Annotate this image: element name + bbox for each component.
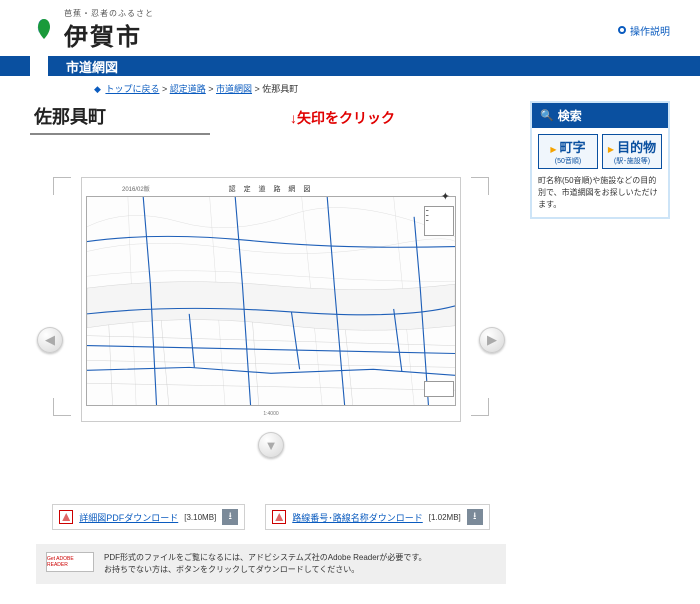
guide-label: 操作説明 (630, 23, 670, 38)
logo-mark-icon (30, 16, 58, 44)
search-icon: 🔍 (540, 109, 554, 122)
compass-icon: ✦ (441, 190, 450, 203)
map-image (86, 196, 456, 406)
download-route-pdf: 路線番号･路線名称ダウンロード [1.02MB] ⭳ (265, 504, 490, 530)
dl-size: [1.02MB] (429, 513, 461, 522)
stab-main: 町字 (560, 140, 586, 155)
nav-right-button[interactable]: ▶ (479, 327, 505, 353)
stab-sub: (駅･施設等) (603, 156, 661, 166)
map-legend: ━━━ (424, 206, 454, 236)
arrow-right-icon: ▶ (487, 332, 497, 348)
search-title: 検索 (558, 107, 582, 124)
reader-line1: PDF形式のファイルをご覧になるには、アドビシステムズ社のAdobe Reade… (104, 552, 427, 564)
pdf-icon (272, 510, 286, 524)
dl-route-link[interactable]: 路線番号･路線名称ダウンロード (292, 511, 423, 524)
map-date: 2016/02版 (122, 184, 150, 193)
search-description: 町名称(50音順)や施設などの目的別で、市道網図をお探しいただけます。 (538, 175, 662, 211)
site-logo[interactable]: 芭蕉・忍者のふるさと 伊賀市 (30, 8, 154, 52)
stab-main: 目的物 (617, 140, 656, 155)
map-frame: 2016/02版 認 定 道 路 網 図 ✦ ━━━ (81, 177, 461, 422)
nav-left-button[interactable]: ◀ (37, 327, 63, 353)
stab-sub: (50音順) (539, 156, 597, 166)
download-button[interactable]: ⭳ (222, 509, 238, 525)
adobe-reader-icon[interactable]: Get ADOBE READER (46, 552, 94, 572)
bullet-icon (618, 26, 626, 34)
triangle-icon: ▶ (550, 145, 556, 154)
search-tab-choaza[interactable]: ▶ 町字 (50音順) (538, 134, 598, 169)
page-title: 佐那具町 (30, 101, 210, 135)
download-detail-pdf: 詳細図PDFダウンロード [3.10MB] ⭳ (52, 504, 245, 530)
corner-mark-icon (53, 177, 71, 195)
search-tab-facility[interactable]: ▶ 目的物 (駅･施設等) (602, 134, 662, 169)
map-scale (424, 381, 454, 397)
arrow-left-icon: ◀ (45, 332, 55, 348)
search-panel: 🔍 検索 ▶ 町字 (50音順) ▶ 目的物 (駅･施設等) (530, 101, 670, 219)
adobe-reader-note: Get ADOBE READER PDF形式のファイルをご覧になるには、アドビシ… (36, 544, 506, 584)
pdf-icon (59, 510, 73, 524)
click-hint: ↓矢印をクリック (290, 108, 395, 128)
bc-certified[interactable]: 認定道路 (170, 84, 206, 94)
map-footer: 1:4000 (86, 409, 456, 419)
bc-top[interactable]: トップに戻る (105, 84, 159, 94)
operation-guide-link[interactable]: 操作説明 (618, 23, 670, 38)
dl-detail-link[interactable]: 詳細図PDFダウンロード (79, 511, 178, 524)
tab-road-network[interactable]: 市道網図 (48, 56, 136, 76)
corner-mark-icon (471, 177, 489, 195)
download-button[interactable]: ⭳ (467, 509, 483, 525)
arrow-down-icon: ▼ (265, 438, 278, 453)
tab-bar: 市道網図 (0, 56, 700, 76)
corner-mark-icon (471, 398, 489, 416)
site-name: 伊賀市 (64, 17, 154, 52)
nav-down-button[interactable]: ▼ (258, 432, 284, 458)
triangle-icon: ▶ (608, 145, 614, 154)
reader-line2: お持ちでない方は、ボタンをクリックしてダウンロードしてください。 (104, 564, 427, 576)
dl-size: [3.10MB] (184, 513, 216, 522)
breadcrumb: ◆ トップに戻る > 認定道路 > 市道網図 > 佐那具町 (0, 76, 700, 97)
bc-current: 佐那具町 (262, 84, 298, 94)
corner-mark-icon (53, 398, 71, 416)
bc-network[interactable]: 市道網図 (216, 84, 252, 94)
